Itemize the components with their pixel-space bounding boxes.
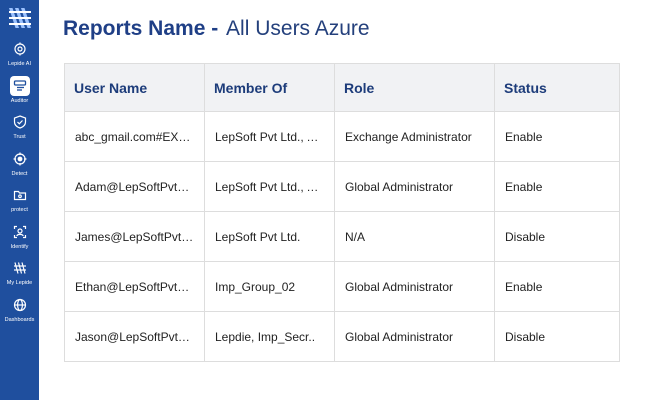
user-name-cell: Adam@LepSoftPvtLtd.onmicrosoft.com [64, 161, 205, 212]
ai-icon [10, 39, 30, 59]
main-content: Reports Name - All Users Azure User Name… [39, 0, 651, 400]
user-name-cell: James@LepSoftPvtLtd.onmicrosoft.com [64, 211, 205, 262]
identify-icon [10, 222, 30, 242]
user-name-cell: Ethan@LepSoftPvtLtd.onmicrosoft.com [64, 261, 205, 312]
column-header-role[interactable]: Role [334, 63, 495, 112]
protect-icon [10, 185, 30, 205]
status-cell: Disable [494, 311, 620, 362]
role-cell: Global Administrator [334, 261, 495, 312]
status-cell: Enable [494, 261, 620, 312]
role-cell: N/A [334, 211, 495, 262]
sidebar: Lepide AI Auditor Trust Detect protect I… [0, 0, 39, 400]
detect-icon [10, 149, 30, 169]
sidebar-item-label: Dashboards [4, 316, 35, 323]
member-of-cell: LepSoft Pvt Ltd., All Users [204, 111, 335, 162]
sidebar-item-trust[interactable]: Trust [0, 112, 39, 149]
sidebar-item-label: Trust [13, 134, 26, 140]
sidebar-item-dashboards[interactable]: Dashboards [0, 295, 39, 332]
report-name-label: Reports Name - [63, 17, 219, 40]
sidebar-item-lepide-ai[interactable]: Lepide AI [0, 39, 39, 76]
trust-icon [10, 112, 30, 132]
role-cell: Exchange Administrator [334, 111, 495, 162]
status-cell: Disable [494, 211, 620, 262]
member-of-cell: Imp_Group_02 [204, 261, 335, 312]
sidebar-item-label: Detect [11, 170, 28, 177]
user-name-cell: abc_gmail.com#EXT#@LepSoftPvtLtd.onmicro… [64, 111, 205, 162]
table-row[interactable]: Jason@LepSoftPvtLtd.onmicrosoft.com Lepd… [64, 311, 620, 362]
column-header-status[interactable]: Status [494, 63, 620, 112]
sidebar-item-detect[interactable]: Detect [0, 149, 39, 186]
sidebar-item-label: protect [11, 207, 28, 213]
table-row[interactable]: abc_gmail.com#EXT#@LepSoftPvtLtd.onmicro… [64, 111, 620, 162]
table-row[interactable]: James@LepSoftPvtLtd.onmicrosoft.com LepS… [64, 211, 620, 262]
sidebar-item-label: My Lepide [6, 280, 33, 286]
my-lepide-icon [10, 258, 30, 278]
status-cell: Enable [494, 161, 620, 212]
column-header-member-of[interactable]: Member Of [204, 63, 335, 112]
table-row[interactable]: Ethan@LepSoftPvtLtd.onmicrosoft.com Imp_… [64, 261, 620, 312]
sidebar-item-label: Identify [10, 243, 29, 250]
member-of-cell: LepSoft Pvt Ltd. [204, 211, 335, 262]
sidebar-nav: Lepide AI Auditor Trust Detect protect I… [0, 39, 39, 331]
role-cell: Global Administrator [334, 311, 495, 362]
sidebar-item-identify[interactable]: Identify [0, 222, 39, 259]
sidebar-item-label: Lepide AI [8, 61, 31, 67]
sidebar-item-auditor[interactable]: Auditor [0, 75, 39, 113]
sidebar-item-label: Auditor [10, 97, 29, 104]
sidebar-item-protect[interactable]: protect [0, 185, 39, 222]
report-name-value: All Users Azure [226, 17, 370, 40]
member-of-cell: Lepdie, Imp_Secr.. [204, 311, 335, 362]
page-title: Reports Name - All Users Azure [63, 16, 370, 42]
role-cell: Global Administrator [334, 161, 495, 212]
table-header-row: User Name Member Of Role Status [64, 63, 620, 112]
lepide-logo-icon[interactable] [8, 8, 31, 28]
sidebar-item-my-lepide[interactable]: My Lepide [0, 258, 39, 295]
member-of-cell: LepSoft Pvt Ltd., All Users [204, 161, 335, 212]
auditor-icon [9, 75, 30, 96]
dashboards-icon [10, 295, 30, 315]
column-header-user-name[interactable]: User Name [64, 63, 205, 112]
report-table: User Name Member Of Role Status abc_gmai… [64, 63, 620, 362]
table-row[interactable]: Adam@LepSoftPvtLtd.onmicrosoft.com LepSo… [64, 161, 620, 212]
user-name-cell: Jason@LepSoftPvtLtd.onmicrosoft.com [64, 311, 205, 362]
status-cell: Enable [494, 111, 620, 162]
